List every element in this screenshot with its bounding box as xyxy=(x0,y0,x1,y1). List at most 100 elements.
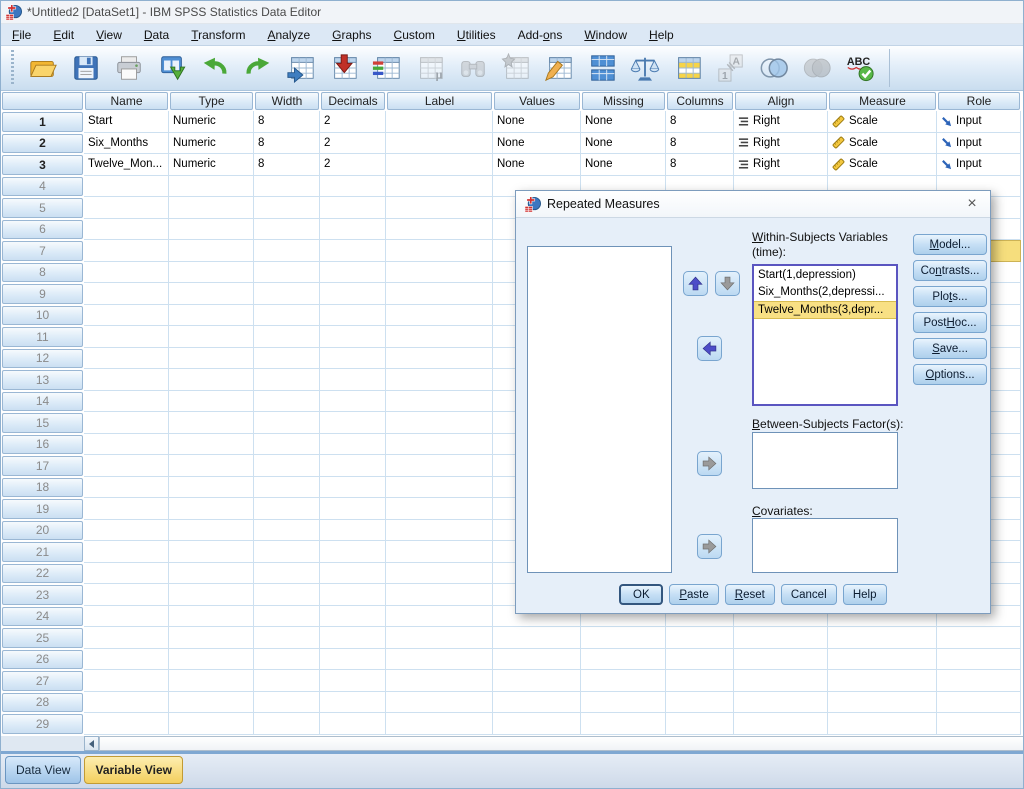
cell-name[interactable] xyxy=(84,498,169,520)
menu-view[interactable]: View xyxy=(85,25,133,45)
cell-width[interactable] xyxy=(254,219,320,241)
row-header-25[interactable]: 25 xyxy=(2,628,83,648)
move-down-button[interactable] xyxy=(715,271,740,296)
spell-check-icon[interactable]: ABC xyxy=(844,52,876,84)
within-subjects-item[interactable]: Start(1,depression) xyxy=(754,267,896,284)
cell-role[interactable] xyxy=(937,627,1021,649)
cell-width[interactable] xyxy=(254,520,320,542)
cell-decimals[interactable] xyxy=(320,520,386,542)
cell-name[interactable] xyxy=(84,584,169,606)
weight-cases-icon[interactable] xyxy=(629,52,661,84)
scrollbar-thumb[interactable] xyxy=(99,736,1024,751)
row-header-27[interactable]: 27 xyxy=(2,671,83,691)
row-header-11[interactable]: 11 xyxy=(2,327,83,347)
row-header-1[interactable]: 1 xyxy=(2,112,83,132)
cell-name[interactable] xyxy=(84,541,169,563)
cell-width[interactable] xyxy=(254,412,320,434)
cell-width[interactable] xyxy=(254,240,320,262)
cell-decimals[interactable] xyxy=(320,627,386,649)
cell-decimals[interactable] xyxy=(320,477,386,499)
cell-name[interactable] xyxy=(84,176,169,198)
cell-decimals[interactable] xyxy=(320,563,386,585)
cell-width[interactable] xyxy=(254,541,320,563)
cell-decimals[interactable]: 2 xyxy=(320,154,386,176)
cell-align[interactable] xyxy=(734,627,828,649)
cell-align[interactable] xyxy=(734,713,828,735)
cancel-button[interactable]: Cancel xyxy=(781,584,837,605)
cell-measure[interactable]: Scale xyxy=(828,154,937,176)
cell-type[interactable] xyxy=(169,692,254,714)
cell-label[interactable] xyxy=(386,541,493,563)
cell-name[interactable] xyxy=(84,477,169,499)
row-header-14[interactable]: 14 xyxy=(2,392,83,412)
menu-edit[interactable]: Edit xyxy=(42,25,85,45)
cell-measure[interactable] xyxy=(828,649,937,671)
cell-name[interactable] xyxy=(84,348,169,370)
cell-decimals[interactable] xyxy=(320,262,386,284)
column-header-type[interactable]: Type xyxy=(170,92,253,110)
row-header-29[interactable]: 29 xyxy=(2,714,83,734)
cell-width[interactable] xyxy=(254,498,320,520)
row-header-15[interactable]: 15 xyxy=(2,413,83,433)
open-file-icon[interactable] xyxy=(27,52,59,84)
cell-name[interactable]: Six_Months xyxy=(84,133,169,155)
cell-type[interactable] xyxy=(169,219,254,241)
row-header-28[interactable]: 28 xyxy=(2,693,83,713)
contrasts-button[interactable]: Contrasts... xyxy=(913,260,987,281)
cell-measure[interactable] xyxy=(828,670,937,692)
cell-name[interactable] xyxy=(84,197,169,219)
cell-label[interactable] xyxy=(386,391,493,413)
cell-name[interactable] xyxy=(84,240,169,262)
cell-values[interactable]: None xyxy=(493,133,581,155)
cell-name[interactable] xyxy=(84,262,169,284)
cell-label[interactable] xyxy=(386,369,493,391)
tab-data-view[interactable]: Data View xyxy=(5,756,81,784)
select-cases-icon[interactable] xyxy=(672,52,704,84)
cell-type[interactable] xyxy=(169,391,254,413)
cell-decimals[interactable] xyxy=(320,670,386,692)
cell-decimals[interactable] xyxy=(320,326,386,348)
cell-label[interactable] xyxy=(386,219,493,241)
cell-type[interactable]: Numeric xyxy=(169,111,254,133)
save-icon[interactable] xyxy=(70,52,102,84)
model-button[interactable]: Model... xyxy=(913,234,987,255)
cell-label[interactable] xyxy=(386,240,493,262)
row-header-21[interactable]: 21 xyxy=(2,542,83,562)
row-header-8[interactable]: 8 xyxy=(2,263,83,283)
cell-type[interactable] xyxy=(169,434,254,456)
cell-type[interactable] xyxy=(169,627,254,649)
menu-analyze[interactable]: Analyze xyxy=(256,25,321,45)
row-header-22[interactable]: 22 xyxy=(2,564,83,584)
cell-align[interactable]: Right xyxy=(734,154,828,176)
cell-width[interactable] xyxy=(254,283,320,305)
cell-width[interactable]: 8 xyxy=(254,154,320,176)
cell-label[interactable] xyxy=(386,434,493,456)
cell-measure[interactable]: Scale xyxy=(828,133,937,155)
cell-type[interactable] xyxy=(169,584,254,606)
cell-name[interactable]: Twelve_Mon... xyxy=(84,154,169,176)
cell-missing[interactable]: None xyxy=(581,154,666,176)
cell-name[interactable] xyxy=(84,434,169,456)
variables-icon[interactable] xyxy=(371,52,403,84)
row-header-19[interactable]: 19 xyxy=(2,499,83,519)
row-header-12[interactable]: 12 xyxy=(2,349,83,369)
column-header-label[interactable]: Label xyxy=(387,92,492,110)
cell-width[interactable] xyxy=(254,434,320,456)
cell-type[interactable]: Numeric xyxy=(169,154,254,176)
cell-values[interactable] xyxy=(493,670,581,692)
tab-variable-view[interactable]: Variable View xyxy=(84,756,183,784)
cell-missing[interactable] xyxy=(581,627,666,649)
cell-label[interactable] xyxy=(386,176,493,198)
cell-role[interactable] xyxy=(937,670,1021,692)
cell-align[interactable]: Right xyxy=(734,111,828,133)
row-header-5[interactable]: 5 xyxy=(2,198,83,218)
column-header-columns[interactable]: Columns xyxy=(667,92,733,110)
close-icon[interactable]: × xyxy=(962,194,982,214)
row-header-6[interactable]: 6 xyxy=(2,220,83,240)
cell-role[interactable]: Input xyxy=(937,133,1021,155)
row-header-24[interactable]: 24 xyxy=(2,607,83,627)
cell-decimals[interactable] xyxy=(320,606,386,628)
cell-type[interactable] xyxy=(169,240,254,262)
cell-decimals[interactable] xyxy=(320,219,386,241)
cell-label[interactable] xyxy=(386,713,493,735)
